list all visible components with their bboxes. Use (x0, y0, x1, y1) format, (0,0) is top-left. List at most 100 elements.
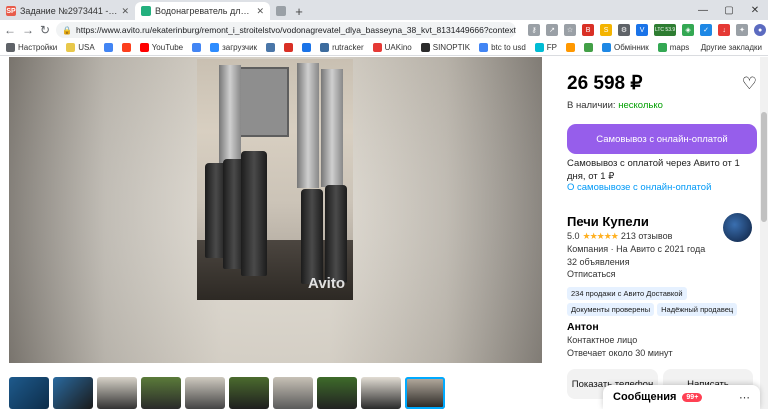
new-tab-button[interactable]: + (290, 2, 308, 20)
main-photo[interactable]: Avito (197, 59, 353, 300)
favicon-icon (276, 6, 286, 16)
bookmark-item[interactable]: Настройки (6, 43, 57, 52)
thumbnail-active[interactable] (405, 377, 445, 409)
price-row: 26 598 ₽ ♡ (567, 72, 757, 95)
extension-icon[interactable]: ⚙ (618, 24, 631, 36)
bookmark-label: FP (546, 43, 558, 52)
star-icon[interactable]: ☆ (564, 24, 577, 36)
puzzle-icon[interactable]: ✦ (736, 24, 749, 36)
rating-stars-icon: ★★★★★ (582, 231, 619, 241)
bookmark-icon (657, 43, 667, 52)
page-scrollbar[interactable] (760, 57, 768, 409)
messages-widget[interactable]: Сообщения 99+ ⋯ (603, 385, 760, 409)
thumbnail[interactable] (185, 377, 225, 409)
bookmark-item[interactable]: SINOPTIK (420, 43, 470, 52)
lock-icon: 🔒 (62, 25, 73, 35)
browser-tab-1[interactable]: Водонагреватель для бассейна 3 ✕ (135, 2, 270, 20)
bookmark-item[interactable] (192, 43, 202, 52)
extension-icon[interactable]: B (582, 24, 595, 36)
bookmark-icon (372, 43, 382, 52)
photo-heater (301, 189, 323, 284)
bookmark-item[interactable] (584, 43, 594, 52)
thumbnail[interactable] (361, 377, 401, 409)
more-options-icon[interactable]: ⋯ (739, 391, 750, 404)
close-window-icon[interactable]: ✕ (742, 0, 768, 20)
pickup-info: Самовывоз с оплатой через Авито от 1 дня… (567, 158, 740, 182)
share-icon[interactable]: ↗ (546, 24, 559, 36)
pickup-info-link[interactable]: О самовывозе с онлайн-оплатой (567, 182, 711, 193)
bookmarks-bar: Настройки USA YouTube загрузчик rutracker UAK… (0, 40, 768, 56)
extension-icon[interactable]: V (636, 24, 649, 36)
extension-icon[interactable]: ◈ (682, 24, 695, 36)
close-tab-icon[interactable]: ✕ (121, 6, 129, 17)
stock-status: В наличии: несколько (567, 100, 663, 111)
bookmark-icon (6, 43, 15, 52)
bookmark-item[interactable]: rutracker (320, 43, 364, 52)
close-tab-icon[interactable]: ✕ (256, 6, 264, 17)
bookmark-item[interactable]: UAKino (372, 43, 412, 52)
forward-arrow-icon[interactable]: → (22, 23, 34, 37)
photo-gallery[interactable]: Avito (9, 57, 542, 363)
thumbnail[interactable] (53, 377, 93, 409)
address-bar[interactable]: 🔒 https://www.avito.ru/ekaterinburg/remo… (56, 22, 517, 38)
minimize-icon[interactable]: — (690, 0, 716, 20)
bookmark-label: загрузчик (222, 43, 258, 52)
bookmark-item[interactable]: Обмінник (602, 43, 649, 52)
extensions-area: ⚷ ↗ ☆ B S ⚙ V LTC 53.9 ◈ ✓ ↓ ✦ ● ⋮ (528, 24, 768, 36)
back-arrow-icon[interactable]: ← (4, 23, 16, 37)
bookmark-item[interactable]: maps (657, 43, 689, 52)
browser-toolbar: ← → ↻ 🔒 https://www.avito.ru/ekaterinbur… (0, 20, 768, 40)
profile-icon[interactable]: ● (754, 24, 767, 36)
bookmark-item[interactable] (302, 43, 312, 52)
seller-avatar[interactable] (723, 213, 752, 242)
bookmark-item[interactable] (566, 43, 576, 52)
bookmark-icon (284, 43, 294, 52)
other-bookmarks[interactable]: Другие закладки (701, 43, 762, 52)
browser-tab-0[interactable]: SP Задание №2973441 - просмотр з ✕ (0, 2, 135, 20)
key-icon[interactable]: ⚷ (528, 24, 541, 36)
favorite-heart-icon[interactable]: ♡ (742, 74, 757, 94)
bookmark-item[interactable] (121, 43, 131, 52)
bookmark-icon (566, 43, 576, 52)
bookmark-item[interactable]: FP (534, 43, 558, 52)
bookmark-item[interactable]: USA (66, 43, 95, 52)
thumbnail[interactable] (273, 377, 313, 409)
pickup-online-payment-button[interactable]: Самовывоз с онлайн-оплатой (567, 124, 757, 154)
reviews-link[interactable]: 213 отзывов (621, 231, 673, 242)
seller-name[interactable]: Печи Купели (567, 214, 649, 229)
thumbnail[interactable] (141, 377, 181, 409)
thumbnail[interactable] (229, 377, 269, 409)
ltc-price-badge[interactable]: LTC 53.9 (654, 24, 677, 36)
scrollbar-thumb[interactable] (761, 112, 767, 222)
bookmark-item[interactable] (266, 43, 276, 52)
reload-icon[interactable]: ↻ (40, 23, 50, 37)
bookmark-item[interactable]: загрузчик (210, 43, 257, 52)
browser-tab-2[interactable] (270, 2, 290, 20)
unsubscribe-link[interactable]: Отписаться (567, 269, 616, 279)
seller-badges: 234 продажи с Авито Доставкой Документы … (567, 287, 757, 316)
extension-icon[interactable]: ↓ (718, 24, 731, 36)
maximize-icon[interactable]: ▢ (716, 0, 742, 20)
bookmark-item[interactable] (284, 43, 294, 52)
messages-count-badge: 99+ (682, 392, 703, 402)
photo-door (237, 67, 289, 137)
thumbnail[interactable] (9, 377, 49, 409)
extension-icon[interactable]: S (600, 24, 613, 36)
url-text: https://www.avito.ru/ekaterinburg/remont… (76, 25, 517, 35)
bookmark-icon (103, 43, 113, 52)
bookmark-icon (121, 43, 131, 52)
stock-label: В наличии: (567, 100, 616, 111)
extension-icon[interactable]: ✓ (700, 24, 713, 36)
thumbnail[interactable] (317, 377, 357, 409)
photo-heater (325, 185, 347, 283)
seller-listings[interactable]: 32 объявления (567, 257, 630, 267)
contact-role: Контактное лицо (567, 335, 638, 345)
bookmark-item[interactable]: btc to usd (479, 43, 526, 52)
seller-badge: 234 продажи с Авито Доставкой (567, 287, 687, 300)
bookmark-item[interactable]: YouTube (139, 43, 183, 52)
bookmark-label: USA (78, 43, 95, 52)
seller-badge: Надёжный продавец (657, 303, 738, 316)
bookmark-item[interactable] (103, 43, 113, 52)
bookmark-icon (192, 43, 202, 52)
thumbnail[interactable] (97, 377, 137, 409)
